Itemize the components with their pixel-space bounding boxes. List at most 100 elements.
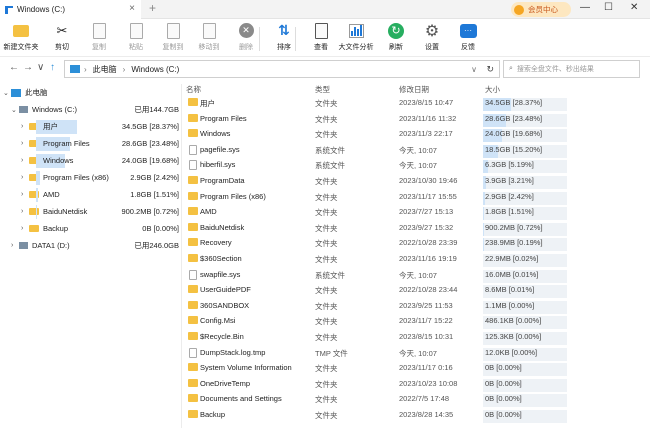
table-row[interactable]: ProgramData 文件夹 2023/10/30 19:46 3.9GB [3.2… <box>183 173 650 189</box>
explorer-icon <box>5 5 13 14</box>
tree-item-folder[interactable]: › BaiduNetdisk 900.2MB [0.72%] <box>0 203 182 220</box>
breadcrumb-this-pc[interactable]: 此电脑 <box>93 64 117 75</box>
table-row[interactable]: Program Files (x86) 文件夹 2023/11/17 15:55 2.… <box>183 189 650 205</box>
table-row[interactable]: Documents and Settings 文件夹 2022/7/5 17:48 0… <box>183 391 650 408</box>
file-size: 34.5GB [28.37%] <box>485 98 543 107</box>
file-size: 0B [0.00%] <box>485 410 522 419</box>
toolbar-button-refresh[interactable]: ↻ 刷新 <box>377 22 415 55</box>
chevron-right-icon[interactable]: › <box>21 174 29 181</box>
chevron-right-icon[interactable]: › <box>21 140 29 147</box>
chevron-right-icon[interactable]: › <box>11 242 19 249</box>
folder-icon <box>188 363 198 372</box>
file-date: 2022/10/28 23:39 <box>399 238 458 248</box>
tree-item-folder[interactable]: › Windows 24.0GB [19.68%] <box>0 152 182 169</box>
analysis-icon <box>348 22 365 39</box>
table-row[interactable]: $Recycle.Bin 文件夹 2023/8/15 10:31 125.3KB [0… <box>183 329 650 345</box>
view-icon <box>313 22 330 39</box>
gear-icon: ⚙ <box>424 22 440 40</box>
toolbar-button-scissors[interactable]: ✂ 剪切 <box>43 22 81 55</box>
table-row[interactable]: DumpStack.log.tmp TMP 文件 今天, 10:07 12.0KB [… <box>183 345 650 361</box>
file-type: 文件夹 <box>315 333 338 342</box>
tree-item-drive-c[interactable]: ⌄ Windows (C:) 已用144.7GB <box>0 101 182 118</box>
file-date: 2023/11/17 15:55 <box>399 191 457 201</box>
table-row[interactable]: pagefile.sys 系统文件 今天, 10:07 18.5GB [15.20%] <box>183 142 650 158</box>
file-type: TMP 文件 <box>315 348 348 358</box>
tree-item-folder[interactable]: › Program Files 28.6GB [23.48%] <box>0 135 182 152</box>
table-row[interactable]: OneDriveTemp 文件夹 2023/10/23 10:08 0B [0.00%… <box>183 376 650 392</box>
chevron-down-icon[interactable]: ∨ <box>471 65 477 74</box>
toolbar-button-feedback[interactable]: ··· 反馈 <box>449 22 487 55</box>
table-row[interactable]: Backup 文件夹 2023/8/28 14:35 0B [0.00%] <box>183 407 650 423</box>
tree-item-this-pc[interactable]: ⌄ 此电脑 <box>0 84 182 101</box>
toolbar-button-gear[interactable]: ⚙ 设置 <box>413 22 451 55</box>
toolbar-button-move-to[interactable]: 移动到 <box>190 22 228 55</box>
tree-item-label: Program Files (x86) <box>43 173 109 182</box>
table-row[interactable]: AMD 文件夹 2023/7/27 15:13 1.8GB [1.51%] <box>183 204 650 221</box>
file-size: 12.0KB [0.00%] <box>485 347 538 357</box>
file-date: 今天, 10:07 <box>399 145 437 155</box>
toolbar-button-view[interactable]: 查看 <box>302 22 340 55</box>
chevron-right-icon[interactable]: › <box>21 123 29 130</box>
table-row[interactable]: Recovery 文件夹 2022/10/28 23:39 238.9MB [0.19… <box>183 235 650 252</box>
table-row[interactable]: Program Files 文件夹 2023/11/16 11:32 28.6GB [… <box>183 111 650 127</box>
chevron-right-icon[interactable]: › <box>21 191 29 198</box>
tab-close-icon[interactable]: × <box>129 3 135 14</box>
file-type: 文件夹 <box>315 317 338 327</box>
breadcrumb-drive-c[interactable]: Windows (C:) <box>131 65 179 74</box>
close-window-button[interactable]: ✕ <box>630 2 638 13</box>
table-row[interactable]: System Volume Information 文件夹 2023/11/17 0… <box>183 360 650 377</box>
file-date: 2022/10/28 23:44 <box>399 285 458 295</box>
table-row[interactable]: UserGuidePDF 文件夹 2022/10/28 23:44 8.6MB [0.… <box>183 282 650 299</box>
address-bar[interactable]: › 此电脑 › Windows (C:) ∨ ↻ <box>64 60 500 78</box>
tree-item-folder[interactable]: › AMD 1.8GB [1.51%] <box>0 186 182 203</box>
tree-item-folder[interactable]: › 用户 34.5GB [28.37%] <box>0 118 182 135</box>
up-arrow-icon[interactable]: ↑ <box>50 62 55 73</box>
table-row[interactable]: $360Section 文件夹 2023/11/16 19:19 22.9MB [0.… <box>183 251 650 267</box>
file-type: 文件夹 <box>315 192 338 202</box>
tab-windows-c[interactable]: Windows (C:) × <box>0 0 141 19</box>
table-row[interactable]: Windows 文件夹 2023/11/3 22:17 24.0GB [19.68%] <box>183 126 650 143</box>
table-row[interactable]: BaiduNetdisk 文件夹 2023/9/27 15:32 900.2MB [0… <box>183 220 650 236</box>
history-chevron-icon[interactable]: ∨ <box>37 62 44 73</box>
table-row[interactable]: 360SANDBOX 文件夹 2023/9/25 11:53 1.1MB [0.00%… <box>183 298 650 314</box>
table-row[interactable]: 用户 文件夹 2023/8/15 10:47 34.5GB [28.37%] <box>183 95 650 111</box>
table-row[interactable]: swapfile.sys 系统文件 今天, 10:07 16.0MB [0.01%] <box>183 267 650 283</box>
table-row[interactable]: Config.Msi 文件夹 2023/11/7 15:22 486.1KB [0.0… <box>183 313 650 330</box>
folder-icon <box>188 285 198 294</box>
chevron-down-icon[interactable]: ⌄ <box>11 106 19 114</box>
file-name: pagefile.sys <box>200 144 240 154</box>
file-type: 系统文件 <box>315 270 345 280</box>
minimize-button[interactable]: — <box>580 2 590 13</box>
tree-item-label: Windows <box>43 156 74 165</box>
folder-icon <box>29 225 39 232</box>
file-size: 6.3GB [5.19%] <box>485 160 534 170</box>
forward-arrow-icon[interactable]: → <box>23 62 33 73</box>
tree-item-folder[interactable]: › Backup 0B [0.00%] <box>0 220 182 237</box>
vip-center-button[interactable]: 会员中心 <box>511 2 571 17</box>
maximize-button[interactable]: ☐ <box>604 2 613 13</box>
chevron-right-icon[interactable]: › <box>21 208 29 215</box>
file-date: 今天, 10:07 <box>399 348 437 358</box>
toolbar-button-copy-to[interactable]: 复制到 <box>154 22 192 55</box>
chevron-down-icon[interactable]: ⌄ <box>3 89 11 97</box>
tree-item-folder[interactable]: › Program Files (x86) 2.9GB [2.42%] <box>0 169 182 186</box>
search-input[interactable]: ⌕ 搜索全盘文件、秒出结果 <box>503 60 640 78</box>
scrollbar[interactable] <box>640 84 648 424</box>
drive-used: 已用246.0GB <box>134 241 179 250</box>
toolbar-button-paste[interactable]: 粘贴 <box>117 22 155 55</box>
back-arrow-icon[interactable]: ← <box>9 62 19 73</box>
refresh-icon[interactable]: ↻ <box>486 64 494 75</box>
file-type: 文件夹 <box>315 395 338 405</box>
toolbar-button-sort[interactable]: ⇅ 排序 <box>265 22 303 55</box>
table-row[interactable]: hiberfil.sys 系统文件 今天, 10:07 6.3GB [5.19%] <box>183 157 650 174</box>
toolbar-button-new-folder[interactable]: 新建文件夹 <box>2 22 40 55</box>
chevron-right-icon[interactable]: › <box>21 225 29 232</box>
tree-item-size: 0B [0.00%] <box>142 224 179 233</box>
toolbar-button-copy[interactable]: 复制 <box>80 22 118 55</box>
toolbar-button-analysis[interactable]: 大文件分析 <box>337 22 375 55</box>
tree-item-label: DATA1 (D:) <box>32 241 70 250</box>
tree-item-drive-d[interactable]: › DATA1 (D:) 已用246.0GB <box>0 237 182 254</box>
new-tab-button[interactable]: + <box>149 1 156 15</box>
chevron-right-icon[interactable]: › <box>21 157 29 164</box>
file-size: 24.0GB [19.68%] <box>485 129 543 139</box>
